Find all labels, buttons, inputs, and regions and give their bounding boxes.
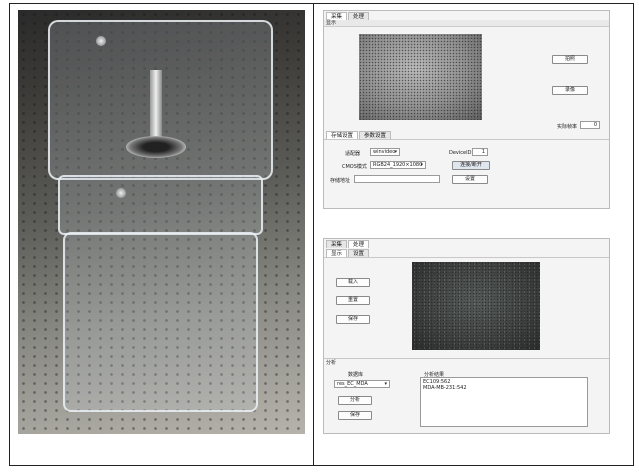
camera-preview <box>359 34 482 120</box>
tab-capture[interactable]: 采集 <box>326 12 348 20</box>
device-id-label: DeviceID <box>449 150 472 156</box>
storage-path-field[interactable] <box>354 175 440 183</box>
acrylic-chamber-lower <box>63 232 258 412</box>
figure-divider <box>313 3 314 466</box>
tab-display[interactable]: 显示 <box>326 249 348 257</box>
display-group-title: 显示 <box>324 20 609 27</box>
tab-parameter-settings[interactable]: 参数设置 <box>359 131 392 139</box>
tab-settings[interactable]: 设置 <box>348 249 370 257</box>
capture-button[interactable]: 拍照 <box>552 55 588 64</box>
storage-path-label: 存储地址 <box>330 178 351 184</box>
device-id-field[interactable]: 1 <box>472 148 488 156</box>
tab-capture[interactable]: 采集 <box>326 240 348 248</box>
results-box: EC109:562 MDA-MB-231:542 <box>420 377 588 427</box>
frame-rate-field[interactable]: 0 <box>580 121 600 129</box>
cmos-mode-select[interactable]: RGB24_1920×1080 <box>370 161 426 169</box>
cmos-mode-label: CMOS模式 <box>342 164 367 170</box>
connect-disconnect-button[interactable]: 连接/断开 <box>452 161 490 170</box>
save-image-button[interactable]: 保存 <box>336 315 370 324</box>
adapter-select[interactable]: winvideo <box>370 148 400 156</box>
screw-knob <box>116 188 126 198</box>
tab-process[interactable]: 处理 <box>348 240 370 248</box>
objective-ring <box>126 136 186 158</box>
adapter-label: 适配器 <box>345 151 361 157</box>
reset-button[interactable]: 重置 <box>336 296 370 305</box>
save-results-button[interactable]: 保存 <box>338 411 372 420</box>
result-line: MDA-MB-231:542 <box>423 385 467 391</box>
tab-process[interactable]: 处理 <box>348 12 370 20</box>
analysis-section-title: 分析 <box>326 360 337 366</box>
processing-window: 采集 处理 显示 设置 载入 重置 保存 分析 数据库 res_EC_MDA 分… <box>323 238 610 434</box>
frame-rate-label: 实际帧率 <box>557 124 578 130</box>
screw-knob <box>96 36 106 46</box>
acrylic-chamber-middle <box>58 175 263 235</box>
database-select[interactable]: res_EC_MDA <box>334 380 390 388</box>
processing-preview <box>412 262 540 350</box>
load-button[interactable]: 载入 <box>336 278 370 287</box>
settings-button[interactable]: 设置 <box>452 175 488 184</box>
device-photo <box>18 10 305 434</box>
tab-storage-settings[interactable]: 存储设置 <box>326 131 359 139</box>
analyze-button[interactable]: 分析 <box>338 396 372 405</box>
record-button[interactable]: 录像 <box>552 86 588 95</box>
microscope-rod <box>150 70 162 140</box>
capture-window: 采集 处理 显示 拍照 录像 实际帧率 0 存储设置 参数设置 适配器 winv… <box>323 10 610 209</box>
database-label: 数据库 <box>348 372 364 378</box>
